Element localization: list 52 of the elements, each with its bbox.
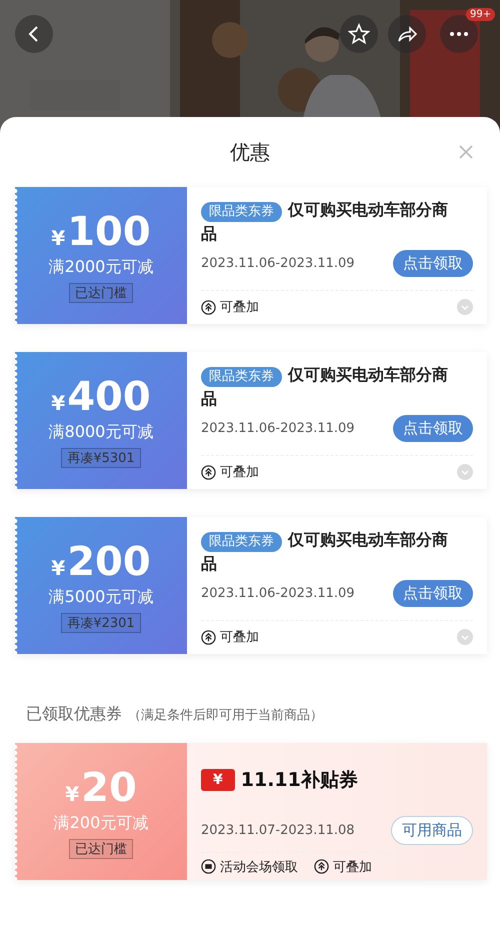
currency-sign: ¥	[51, 390, 66, 414]
category-tag: 限品类东券	[201, 367, 282, 387]
sheet-title: 优惠	[230, 138, 270, 166]
stack-icon	[314, 859, 329, 874]
feature-label: 活动会场领取	[220, 858, 298, 876]
share-button[interactable]	[388, 15, 426, 53]
stack-icon	[201, 300, 216, 315]
count-badge: 99+	[466, 8, 496, 21]
voucher-badge: ¥	[201, 769, 235, 791]
circle-icon	[201, 859, 216, 874]
coupon-condition: 满2000元可减	[48, 256, 154, 278]
feature-label: 可叠加	[333, 858, 372, 876]
favorite-button[interactable]	[340, 15, 378, 53]
claim-button[interactable]: 点击领取	[393, 250, 473, 278]
currency-sign: ¥	[51, 226, 66, 250]
category-tag: 限品类东券	[201, 532, 282, 552]
threshold-tag: 再凑¥5301	[61, 448, 141, 468]
coupon-title: 限品类东券 仅可购买电动车部分商品	[201, 529, 449, 575]
coupon-title: 限品类东券 仅可购买电动车部分商品	[201, 364, 449, 410]
validity-dates: 2023.11.06-2023.11.09	[201, 586, 355, 602]
stack-icon	[201, 630, 216, 645]
coupon-condition: 满5000元可减	[48, 586, 154, 608]
coupon-amount: 100	[67, 208, 151, 254]
threshold-tag: 已达门槛	[69, 282, 133, 302]
coupon-condition: 满200元可减	[54, 812, 148, 834]
validity-dates: 2023.11.07-2023.11.08	[201, 823, 355, 838]
coupon-condition: 满8000元可减	[48, 422, 154, 442]
coupon-amount: 200	[67, 538, 151, 584]
section-heading: 已领取优惠券	[26, 704, 122, 725]
coupon-amount: 20	[81, 764, 137, 810]
claim-button[interactable]: 点击领取	[393, 580, 473, 608]
threshold-tag: 再凑¥2301	[61, 612, 141, 632]
section-note: （满足条件后即可用于当前商品）	[128, 707, 323, 724]
threshold-tag: 已达门槛	[69, 838, 133, 858]
category-tag: 限品类东券	[201, 202, 282, 222]
share-icon	[396, 23, 418, 45]
currency-sign: ¥	[65, 782, 80, 806]
validity-dates: 2023.11.06-2023.11.09	[201, 421, 355, 436]
more-icon	[449, 32, 469, 36]
star-icon	[348, 23, 370, 45]
coupon-amount: 400	[67, 374, 151, 420]
feature-label: 可叠加	[220, 629, 259, 646]
currency-sign: ¥	[51, 556, 66, 580]
back-button[interactable]	[15, 15, 53, 53]
coupon-title: 11.11补贴券	[240, 768, 358, 793]
validity-dates: 2023.11.06-2023.11.09	[201, 256, 355, 272]
feature-label: 可叠加	[220, 464, 259, 482]
products-button[interactable]: 可用商品	[391, 816, 473, 846]
coupon-title: 限品类东券 仅可购买电动车部分商品	[201, 199, 449, 245]
claim-button[interactable]: 点击领取	[393, 415, 473, 442]
stack-icon	[201, 464, 216, 480]
feature-label: 可叠加	[220, 299, 259, 316]
